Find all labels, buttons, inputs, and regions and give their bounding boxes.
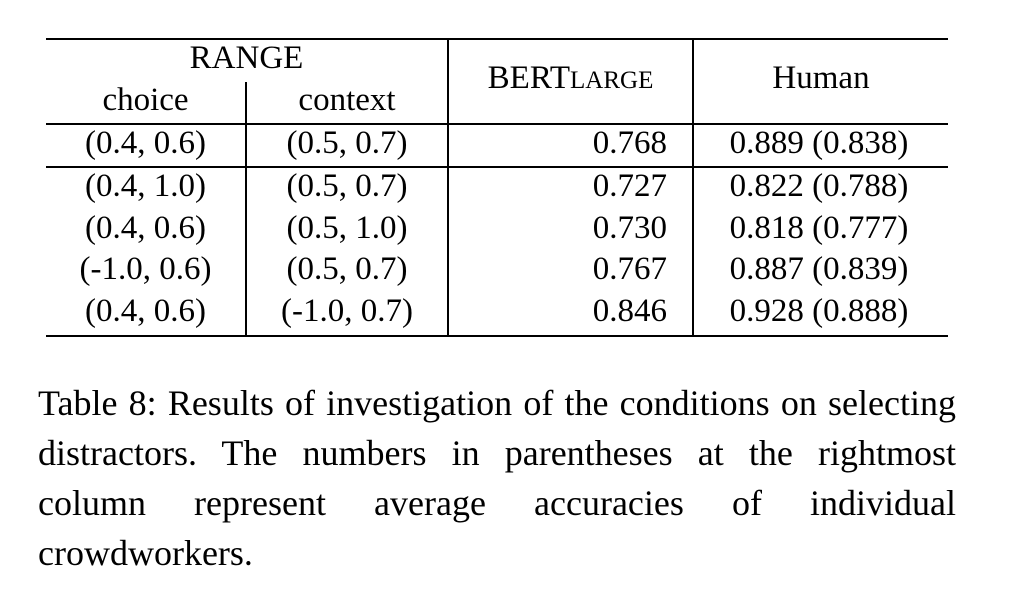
cell-human: 0.928 (0.888) — [729, 293, 909, 329]
cell-bert: 0.730 — [592, 210, 667, 246]
cell-context: (-1.0, 0.7) — [281, 293, 413, 329]
cell-human: 0.818 (0.777) — [729, 210, 909, 246]
cell-choice: (0.4, 1.0) — [85, 168, 206, 204]
cell-human: 0.889 (0.838) — [729, 125, 909, 161]
cell-context: (0.5, 0.7) — [286, 168, 408, 204]
cell-choice: (0.4, 0.6) — [85, 210, 206, 246]
results-table: RANGE choice context BERTLARGE Human (0.… — [46, 38, 948, 338]
cell-bert: 0.767 — [592, 251, 667, 287]
caption-text: Results of investigation of the conditio… — [38, 383, 956, 573]
cell-context: (0.5, 1.0) — [286, 210, 408, 246]
cell-human: 0.887 (0.839) — [729, 251, 909, 287]
header-choice: choice — [102, 82, 189, 118]
table-caption: Table 8: Results of investigation of the… — [38, 378, 956, 578]
cell-choice: (-1.0, 0.6) — [79, 251, 212, 287]
header-human: Human — [772, 60, 870, 96]
cell-human: 0.822 (0.788) — [729, 168, 909, 204]
header-context: context — [298, 82, 396, 118]
header-bert-main: BERT — [487, 60, 571, 96]
cell-choice: (0.4, 0.6) — [85, 125, 206, 161]
header-range: RANGE — [189, 40, 304, 76]
header-bert-subscript: LARGE — [570, 67, 654, 94]
cell-bert: 0.727 — [592, 168, 667, 204]
cell-context: (0.5, 0.7) — [286, 251, 408, 287]
caption-label: Table 8: — [38, 383, 157, 423]
header-bert: BERTLARGE — [449, 60, 692, 99]
bottom-rule — [46, 335, 948, 337]
cell-context: (0.5, 0.7) — [286, 125, 408, 161]
cell-bert: 0.768 — [592, 125, 667, 161]
cell-bert: 0.846 — [592, 293, 667, 329]
cell-choice: (0.4, 0.6) — [85, 293, 206, 329]
